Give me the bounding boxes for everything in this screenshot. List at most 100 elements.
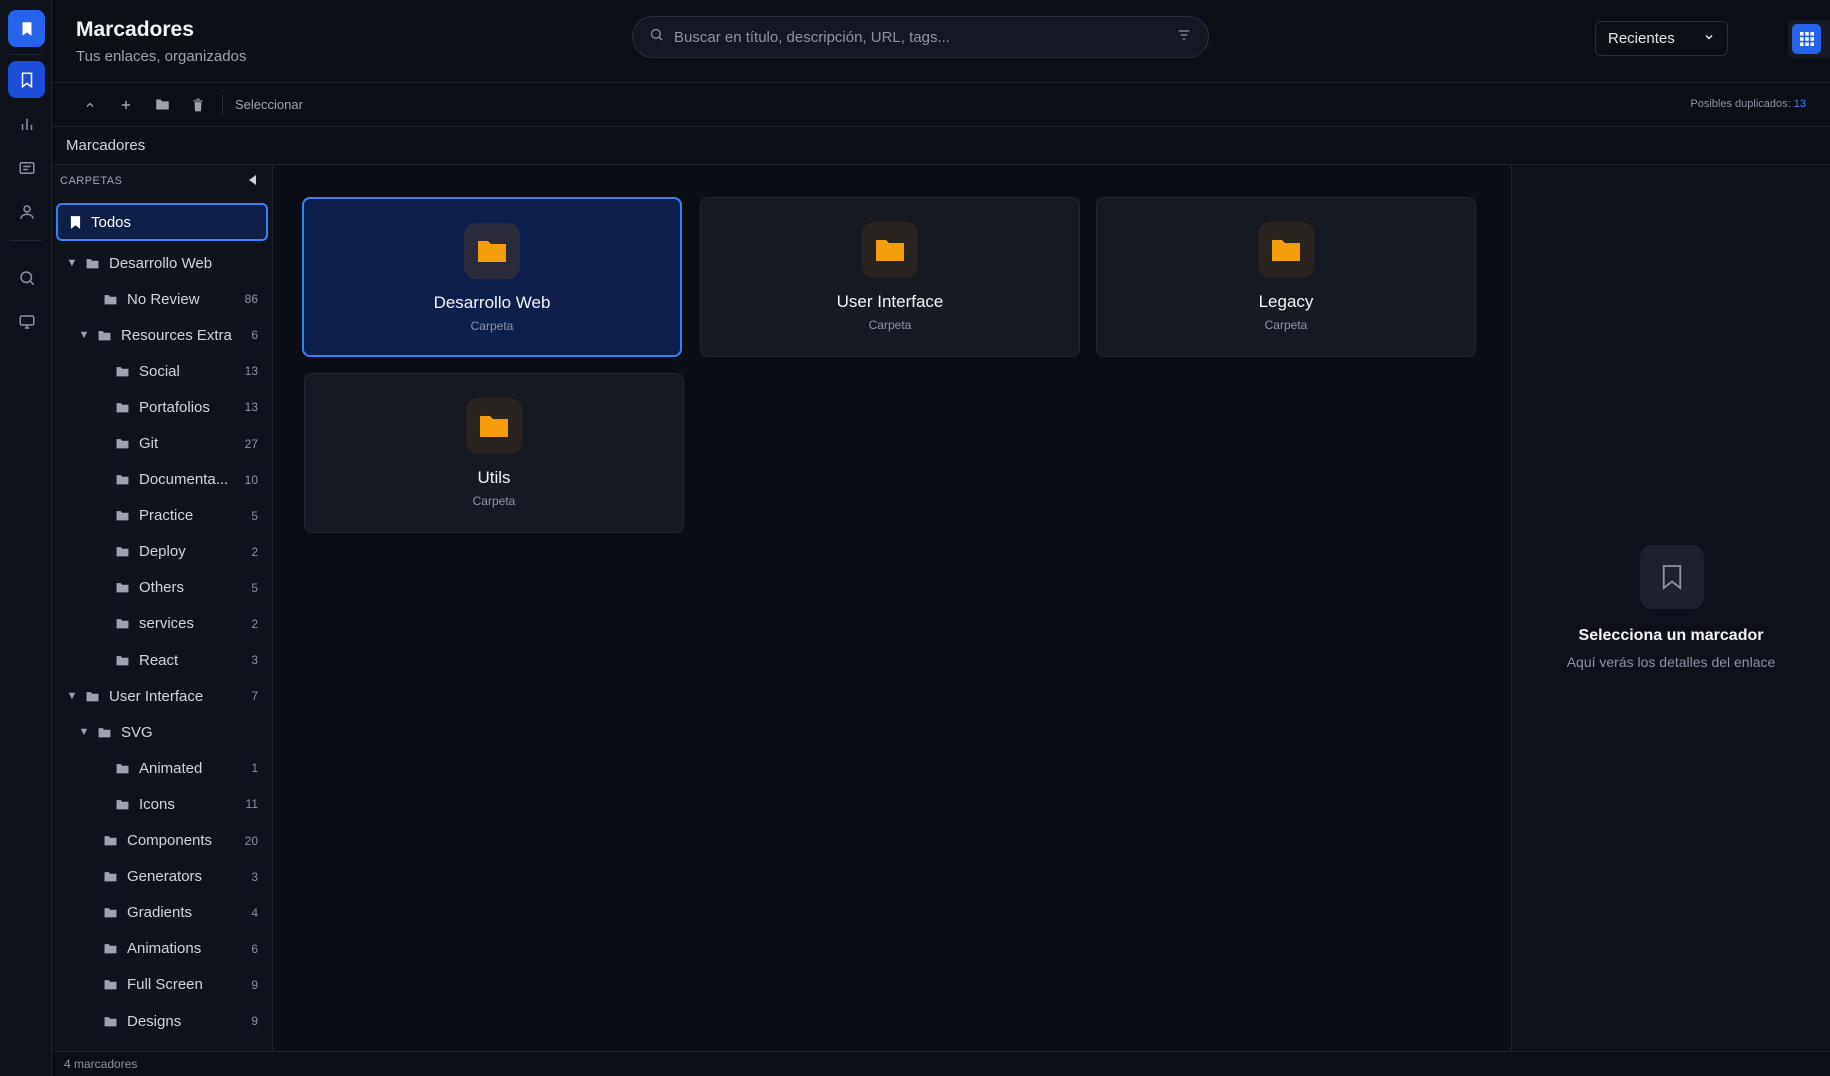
rail-divider (10, 54, 42, 55)
folder-tree: ▼ Desarrollo Web No Review 86 ▼ Resources Ext… (52, 245, 272, 1039)
folder-card[interactable]: Utils Carpeta (304, 373, 684, 533)
collapse-up-icon[interactable] (72, 90, 108, 120)
folder-item-portafolios[interactable]: Portafolios 13 (52, 389, 272, 425)
bookmark-count: 4 marcadores (64, 1057, 138, 1071)
sort-value: Recientes (1608, 30, 1675, 47)
folder-item-label: Animated (139, 759, 203, 777)
folder-item-animations[interactable]: Animations 6 (52, 931, 272, 967)
folder-item-animated[interactable]: Animated 1 (52, 750, 272, 786)
folder-item-resources-extra[interactable]: ▼ Resources Extra 6 (52, 317, 272, 353)
breadcrumb-item[interactable]: Marcadores (66, 137, 145, 154)
caret-down-icon[interactable]: ▼ (66, 690, 78, 702)
folder-icon (104, 907, 117, 918)
folder-item-count: 10 (244, 472, 258, 487)
folder-icon (104, 1016, 117, 1027)
new-folder-icon[interactable] (144, 90, 180, 120)
folder-icon (104, 871, 117, 882)
folder-item-label: Icons (139, 795, 175, 813)
duplicates-indicator[interactable]: Posibles duplicados: 13 (1690, 98, 1806, 110)
folder-item-label: Practice (139, 507, 194, 525)
folder-item-count: 13 (244, 364, 258, 379)
folder-item-label: Portafolios (139, 398, 210, 416)
folder-item-user-interface[interactable]: ▼ User Interface 7 (52, 678, 272, 714)
grid-view-icon[interactable] (1792, 24, 1821, 54)
folder-item-generators[interactable]: Generators 3 (52, 859, 272, 895)
chevron-down-icon (1703, 30, 1715, 47)
folder-item-count: 9 (251, 1014, 258, 1029)
folder-icon (116, 402, 129, 413)
add-icon[interactable] (108, 90, 144, 120)
breadcrumb: Marcadores (52, 127, 1830, 165)
search-bar[interactable] (632, 16, 1209, 58)
folder-item-label: Desarrollo Web (109, 254, 213, 272)
caret-down-icon[interactable]: ▼ (66, 257, 78, 269)
folder-card[interactable]: Legacy Carpeta (1096, 197, 1476, 357)
folder-item-gradients[interactable]: Gradients 4 (52, 895, 272, 931)
folder-card[interactable]: User Interface Carpeta (700, 197, 1080, 357)
status-bar: 4 marcadores (52, 1051, 1830, 1076)
folder-item-others[interactable]: Others 5 (52, 570, 272, 606)
folder-card[interactable]: Desarrollo Web Carpeta (302, 197, 682, 357)
folder-item-count: 6 (251, 328, 258, 343)
folder-item-deploy[interactable]: Deploy 2 (52, 534, 272, 570)
nav-bookmarks-icon[interactable] (8, 61, 45, 98)
collapse-sidebar-icon[interactable] (248, 174, 258, 188)
split-view-icon[interactable] (1825, 24, 1830, 54)
caret-down-icon[interactable]: ▼ (78, 329, 90, 341)
folder-icon (116, 582, 129, 593)
folder-item-practice[interactable]: Practice 5 (52, 498, 272, 534)
folder-item-label: SVG (121, 723, 153, 741)
folder-item-services[interactable]: services 2 (52, 606, 272, 642)
select-button[interactable]: Seleccionar (235, 97, 303, 112)
folder-item-label: Deploy (139, 543, 186, 561)
folder-all-label: Todos (91, 213, 132, 231)
folder-item-full-screen[interactable]: Full Screen 9 (52, 967, 272, 1003)
folder-item-svg[interactable]: ▼ SVG (52, 714, 272, 750)
folder-item-desarrollo-web[interactable]: ▼ Desarrollo Web (52, 245, 272, 281)
folder-item-label: Full Screen (127, 976, 203, 994)
nav-search-icon[interactable] (8, 259, 45, 296)
folder-item-icons[interactable]: Icons 11 (52, 786, 272, 822)
nav-user-icon[interactable] (8, 193, 45, 230)
caret-down-icon[interactable]: ▼ (78, 726, 90, 738)
folder-item-count: 5 (251, 508, 258, 523)
app-logo-bookmark-icon[interactable] (8, 10, 45, 47)
folder-icon (116, 618, 129, 629)
folder-item-label: No Review (127, 290, 200, 308)
details-empty-subtitle: Aquí verás los detalles del enlace (1566, 654, 1776, 670)
trash-icon[interactable] (180, 90, 216, 120)
folder-icon (116, 655, 129, 666)
folder-item-count: 2 (251, 544, 258, 559)
folder-item-count: 7 (251, 689, 258, 704)
folder-item-no-review[interactable]: No Review 86 (52, 281, 272, 317)
folder-item-label: Documenta... (139, 471, 229, 489)
page-header: Marcadores Tus enlaces, organizados Reci… (52, 0, 1830, 83)
filter-icon[interactable] (1176, 27, 1192, 48)
folder-item-designs[interactable]: Designs 9 (52, 1003, 272, 1039)
folder-item-label: Social (139, 362, 180, 380)
folder-item-count: 20 (244, 833, 258, 848)
folder-item-count: 3 (251, 869, 258, 884)
folder-icon (116, 438, 129, 449)
folder-item-documenta[interactable]: Documenta... 10 (52, 462, 272, 498)
folder-all[interactable]: Todos (56, 203, 268, 241)
folder-item-components[interactable]: Components 20 (52, 823, 272, 859)
nav-stats-icon[interactable] (8, 105, 45, 142)
folder-icon (1258, 222, 1314, 278)
folder-icon (116, 474, 129, 485)
folder-icon (116, 546, 129, 557)
folder-item-count: 86 (244, 292, 258, 307)
folder-item-react[interactable]: React 3 (52, 642, 272, 678)
folder-icon (116, 366, 129, 377)
duplicates-label: Posibles duplicados: (1690, 98, 1791, 110)
folder-item-git[interactable]: Git 27 (52, 425, 272, 461)
folder-item-social[interactable]: Social 13 (52, 353, 272, 389)
bookmark-icon (70, 215, 81, 229)
sort-select[interactable]: Recientes (1595, 21, 1728, 56)
folder-card-type: Carpeta (1264, 318, 1308, 332)
nav-cards-icon[interactable] (8, 149, 45, 186)
toolbar-divider (222, 94, 223, 115)
folder-item-count: 1 (251, 761, 258, 776)
search-input[interactable] (674, 28, 1176, 46)
nav-monitor-icon[interactable] (8, 303, 45, 340)
